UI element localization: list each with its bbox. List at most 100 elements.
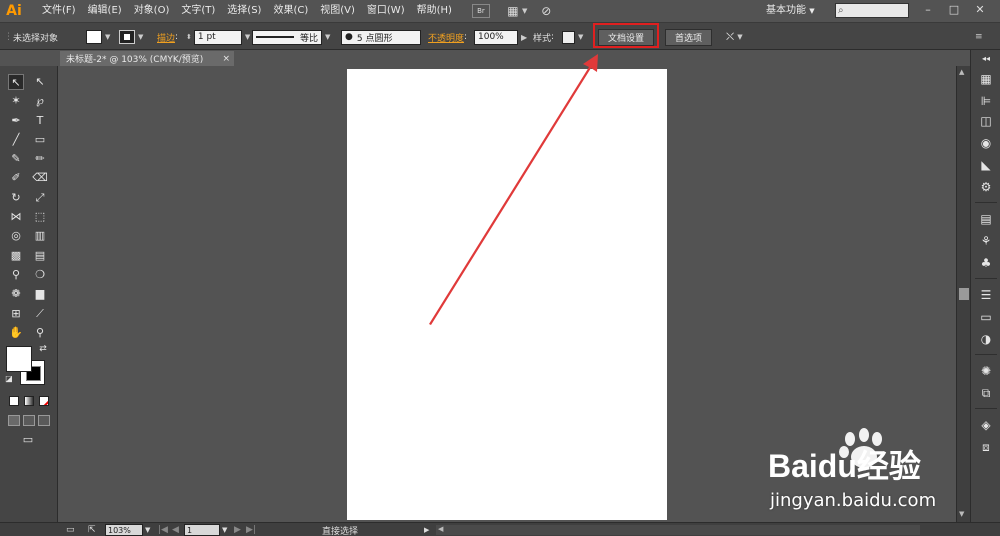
draw-normal-icon[interactable] bbox=[8, 415, 20, 426]
gradient-tool-icon[interactable]: ▤ bbox=[32, 248, 48, 264]
stroke-label-text[interactable]: 描边 bbox=[157, 31, 175, 44]
pathfinder-icon[interactable]: ⚙ bbox=[977, 178, 995, 196]
stroke-swatch[interactable]: ▼ bbox=[119, 23, 143, 51]
bridge-icon[interactable]: Br bbox=[471, 4, 490, 18]
document-status-icon[interactable]: ▭ bbox=[66, 523, 75, 536]
scroll-down-arrow[interactable]: ▼ bbox=[959, 510, 964, 518]
menu-help[interactable]: 帮助(H) bbox=[411, 0, 458, 22]
isolate-icon[interactable]: ⛌ ▼ bbox=[726, 23, 743, 51]
scroll-left-arrow[interactable]: ◀ bbox=[438, 525, 443, 533]
gradient-panel-icon[interactable]: ▭ bbox=[977, 308, 995, 326]
eraser-tool-icon[interactable]: ⌫ bbox=[32, 170, 48, 186]
opacity-field[interactable]: 100% ▶ bbox=[474, 23, 527, 51]
transparency-panel-icon[interactable]: ◑ bbox=[977, 330, 995, 348]
swatches-panel-icon[interactable]: ▤ bbox=[977, 210, 995, 228]
gradient-mode-icon[interactable] bbox=[24, 396, 34, 406]
fill-color-swatch[interactable] bbox=[6, 346, 32, 372]
symbol-sprayer-tool-icon[interactable]: ❁ bbox=[8, 286, 24, 302]
screen-mode-icon[interactable]: ▭ bbox=[18, 432, 38, 448]
menu-view[interactable]: 视图(V) bbox=[314, 0, 361, 22]
menu-effect[interactable]: 效果(C) bbox=[267, 0, 314, 22]
width-tool-icon[interactable]: ⋈ bbox=[8, 209, 24, 225]
shape-builder-tool-icon[interactable]: ◎ bbox=[8, 228, 24, 244]
scroll-up-arrow[interactable]: ▲ bbox=[959, 68, 964, 76]
align-panel-icon[interactable]: ⊫ bbox=[977, 92, 995, 110]
menu-edit[interactable]: 编辑(E) bbox=[82, 0, 128, 22]
fill-swatch[interactable]: ▼ bbox=[86, 23, 110, 51]
panel-menu-icon[interactable]: ≡ bbox=[975, 23, 983, 51]
hand-tool-icon[interactable]: ✋ bbox=[8, 325, 24, 341]
magic-wand-tool-icon[interactable]: ✶ bbox=[8, 93, 24, 109]
stroke-weight-field[interactable]: ⬍ 1 pt ▼ bbox=[186, 23, 250, 51]
free-transform-tool-icon[interactable]: ⬚ bbox=[32, 209, 48, 225]
selection-tool-icon[interactable]: ↖ bbox=[8, 74, 24, 90]
column-graph-tool-icon[interactable]: ▆ bbox=[32, 286, 48, 302]
rectangle-tool-icon[interactable]: ▭ bbox=[32, 132, 48, 148]
symbols-panel-icon[interactable]: ♣ bbox=[977, 254, 995, 272]
first-artboard-button[interactable]: |◀ bbox=[158, 523, 168, 536]
stroke-label[interactable]: 描边: bbox=[157, 23, 178, 51]
default-colors-icon[interactable]: ◪ bbox=[4, 374, 14, 384]
minimize-button[interactable]: – bbox=[918, 2, 938, 18]
brush-definition-dropdown[interactable]: ● 5 点圆形 bbox=[341, 23, 421, 51]
opacity-label-text[interactable]: 不透明度 bbox=[428, 31, 464, 44]
scroll-thumb[interactable] bbox=[959, 288, 969, 300]
artboard-number-field[interactable]: 1 ▼ bbox=[184, 523, 227, 536]
mesh-tool-icon[interactable]: ▩ bbox=[8, 248, 24, 264]
pen-tool-icon[interactable]: ✒ bbox=[8, 113, 24, 129]
zoom-tool-icon[interactable]: ⚲ bbox=[32, 325, 48, 341]
horizontal-scrollbar[interactable]: ◀ bbox=[436, 525, 920, 535]
stroke-panel-icon[interactable]: ☰ bbox=[977, 286, 995, 304]
menu-select[interactable]: 选择(S) bbox=[221, 0, 267, 22]
blob-brush-tool-icon[interactable]: ✐ bbox=[8, 170, 24, 186]
graphic-styles-icon[interactable]: ◣ bbox=[977, 156, 995, 174]
lasso-tool-icon[interactable]: ℘ bbox=[32, 93, 48, 109]
maximize-button[interactable]: □ bbox=[944, 2, 964, 18]
brushes-panel-icon[interactable]: ⚘ bbox=[977, 232, 995, 250]
search-input[interactable]: ⌕ bbox=[835, 3, 909, 18]
stroke-profile-dropdown[interactable]: 等比 ▼ bbox=[252, 23, 330, 51]
vertical-scrollbar[interactable]: ▲ ▼ bbox=[956, 66, 970, 522]
menu-object[interactable]: 对象(O) bbox=[128, 0, 176, 22]
arrange-documents-icon[interactable]: ▦ bbox=[504, 4, 522, 18]
menu-window[interactable]: 窗口(W) bbox=[361, 0, 411, 22]
transform-panel-icon[interactable]: ◫ bbox=[977, 112, 995, 130]
appearance-panel-icon[interactable]: ◉ bbox=[977, 134, 995, 152]
draw-inside-icon[interactable] bbox=[38, 415, 50, 426]
artboards-panel-icon[interactable]: ⧉ bbox=[977, 384, 995, 402]
layers-panel-icon[interactable]: ◈ bbox=[977, 416, 995, 434]
grip-handle[interactable]: ⋮ bbox=[4, 23, 13, 51]
color-panel-icon[interactable]: ▦ bbox=[977, 70, 995, 88]
last-artboard-button[interactable]: ▶| bbox=[246, 523, 256, 536]
color-mode-icon[interactable] bbox=[9, 396, 19, 406]
collapse-dock-icon[interactable]: ◂◂ bbox=[977, 54, 995, 64]
direct-selection-tool-icon[interactable]: ↖ bbox=[32, 74, 48, 90]
swap-fill-stroke-icon[interactable]: ⇄ bbox=[37, 343, 49, 355]
zoom-field[interactable]: 103% ▼ bbox=[105, 523, 150, 536]
share-icon[interactable]: ⇱ bbox=[88, 523, 96, 536]
paintbrush-tool-icon[interactable]: ✎ bbox=[8, 151, 24, 167]
pencil-tool-icon[interactable]: ✏ bbox=[32, 151, 48, 167]
links-panel-icon[interactable]: ⧈ bbox=[977, 438, 995, 456]
menu-file[interactable]: 文件(F) bbox=[36, 0, 82, 22]
next-artboard-button[interactable]: ▶ bbox=[234, 523, 241, 536]
close-window-button[interactable]: ✕ bbox=[970, 2, 990, 18]
rotate-tool-icon[interactable]: ↻ bbox=[8, 190, 24, 206]
style-swatch[interactable]: ▼ bbox=[562, 23, 583, 51]
canvas-area[interactable] bbox=[58, 66, 956, 522]
draw-behind-icon[interactable] bbox=[23, 415, 35, 426]
type-tool-icon[interactable]: T bbox=[32, 113, 48, 129]
tab-document[interactable]: 未标题-2* @ 103% (CMYK/预览) × bbox=[60, 51, 234, 66]
artboard-tool-icon[interactable]: ⊞ bbox=[8, 306, 24, 322]
image-trace-icon[interactable]: ✺ bbox=[977, 362, 995, 380]
opacity-label[interactable]: 不透明度: bbox=[428, 23, 467, 51]
previous-artboard-button[interactable]: ◀ bbox=[172, 523, 179, 536]
scale-tool-icon[interactable]: ⤢ bbox=[32, 190, 48, 206]
line-tool-icon[interactable]: ╱ bbox=[8, 132, 24, 148]
tab-close-icon[interactable]: × bbox=[222, 54, 230, 64]
gpu-performance-icon[interactable]: ⊘ bbox=[537, 4, 555, 18]
eyedropper-tool-icon[interactable]: ⚲ bbox=[8, 267, 24, 283]
artboard[interactable] bbox=[347, 69, 667, 520]
arrange-dropdown-arrow[interactable]: ▼ bbox=[522, 7, 527, 15]
status-menu-arrow[interactable]: ▶ bbox=[424, 523, 429, 536]
